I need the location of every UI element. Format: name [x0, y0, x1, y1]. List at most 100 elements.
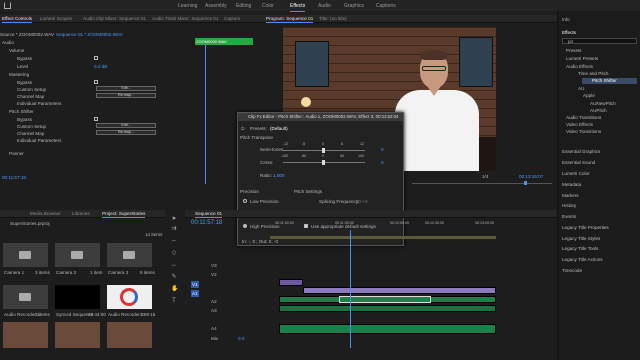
tree-aunewpitch[interactable]: AUNewPitch [590, 101, 616, 106]
tree-apple[interactable]: Apple [583, 93, 595, 98]
home-icon[interactable] [4, 2, 11, 9]
low-precision-radio[interactable] [243, 199, 247, 203]
mastering-edit-button[interactable]: Edit... [96, 86, 156, 91]
timeline-playhead[interactable] [350, 230, 351, 348]
volume-level-value[interactable]: 0.0 dB [94, 64, 107, 69]
fx-pitch-shifter[interactable]: Pitch Shifter [9, 109, 34, 114]
workspace-graphics[interactable]: Graphics [344, 3, 364, 9]
project-clip-thumb[interactable] [107, 322, 152, 348]
project-synced-sequence[interactable] [55, 285, 100, 309]
pitch-edit-button[interactable]: Edit... [96, 123, 156, 128]
info-panel-tab[interactable]: Info [562, 17, 570, 22]
effect-controls-playhead[interactable] [205, 44, 206, 184]
presets-select[interactable]: (Default) [270, 126, 288, 131]
video-clip[interactable] [303, 287, 496, 294]
tab-lumetri-scopes[interactable]: Lumetri Scopes [40, 16, 72, 21]
legacy-title-tools-tab[interactable]: Legacy Title Tools [562, 246, 598, 251]
track-a1[interactable]: A1 [191, 290, 199, 297]
history-tab[interactable]: History [562, 203, 576, 208]
audio-clip-a4[interactable] [279, 324, 496, 334]
cents-value[interactable]: 0 [381, 160, 384, 165]
tab-project[interactable]: Project: SuperStories [102, 211, 146, 218]
tab-title[interactable]: Title: (no title) [319, 16, 347, 21]
splicing-frequency-value[interactable]: 30 Hz [356, 199, 368, 204]
workspace-editing[interactable]: Editing [236, 3, 251, 9]
track-a4[interactable]: A4 [211, 326, 217, 331]
audio-clip-selected[interactable] [339, 296, 431, 303]
tab-media-browser[interactable]: Media Browser [30, 211, 61, 216]
pen-tool-icon[interactable]: ✎ [171, 274, 177, 280]
track-v2[interactable]: V2 [211, 272, 217, 277]
track-v3[interactable]: V3 [211, 263, 217, 268]
metadata-tab[interactable]: Metadata [562, 182, 581, 187]
track-a2[interactable]: A2 [211, 299, 217, 304]
mastering-individual-parameters[interactable]: Individual Parameters [17, 101, 61, 106]
tree-audio-effects[interactable]: Audio Effects [566, 64, 593, 69]
project-bin-audio-recorder1[interactable] [3, 285, 48, 309]
tab-effect-controls[interactable]: Effect Controls [2, 16, 33, 23]
project-bin-camera1[interactable] [3, 243, 48, 267]
program-fraction[interactable]: 1/4 [482, 174, 488, 179]
fx-volume[interactable]: Volume [9, 48, 24, 53]
tree-pitch-shifter[interactable]: Pitch Shifter [592, 78, 617, 83]
pitch-bypass-checkbox[interactable] [94, 117, 98, 121]
workspace-color[interactable]: Color [262, 3, 274, 9]
ripple-edit-tool-icon[interactable]: ⇔ [171, 238, 177, 244]
tree-aupitch[interactable]: AUPitch [590, 108, 607, 113]
clip-fx-editor-title[interactable]: Clip Fx Editor - Pitch Shifter : Audio 1… [238, 113, 403, 121]
razor-tool-icon[interactable]: ◇ [171, 250, 177, 256]
mastering-bypass-checkbox[interactable] [94, 80, 98, 84]
effects-panel-tab[interactable]: Effects [562, 30, 576, 35]
fx-panner[interactable]: Panner [9, 151, 24, 156]
program-playhead[interactable] [524, 181, 527, 185]
project-clip-thumb[interactable] [55, 322, 100, 348]
power-icon[interactable]: ⏻ [241, 126, 245, 131]
volume-bypass-checkbox[interactable] [94, 56, 98, 60]
events-tab[interactable]: Events [562, 214, 576, 219]
program-scrubber[interactable] [412, 183, 552, 184]
work-area-bar[interactable] [270, 236, 496, 239]
track-a3[interactable]: A3 [211, 308, 217, 313]
project-audio-recorder2[interactable] [107, 285, 152, 309]
tree-video-effects[interactable]: Video Effects [566, 122, 593, 127]
project-bin-camera3[interactable] [107, 243, 152, 267]
tab-capture[interactable]: Capture [224, 16, 240, 21]
legacy-title-properties-tab[interactable]: Legacy Title Properties [562, 225, 609, 230]
hand-tool-icon[interactable]: ✋ [171, 286, 178, 292]
selection-tool-icon[interactable]: ➤ [171, 216, 177, 222]
essential-graphics-tab[interactable]: Essential Graphics [562, 149, 600, 154]
tab-audio-clip-mixer[interactable]: Audio Clip Mixer: Sequence 01 [83, 16, 146, 21]
track-v1[interactable]: V1 [191, 281, 199, 288]
video-clip[interactable] [279, 279, 303, 286]
ratio-value[interactable]: 1.000 [273, 173, 285, 178]
effects-search-input[interactable]: pit [562, 38, 637, 44]
pitch-individual-parameters[interactable]: Individual Parameters [17, 138, 61, 143]
tab-libraries[interactable]: Libraries [72, 211, 90, 216]
workspace-effects[interactable]: Effects [290, 3, 306, 12]
workspace-audio[interactable]: Audio [318, 3, 331, 9]
effect-controls-timecode[interactable]: 00:11:57:18 [2, 175, 26, 180]
tree-video-transitions[interactable]: Video Transitions [566, 129, 601, 134]
mix-value[interactable]: 0.0 [238, 336, 244, 341]
audio-clip-a2[interactable] [279, 305, 496, 312]
track-mix[interactable]: Mix [211, 336, 218, 341]
slip-tool-icon[interactable]: ↔ [171, 262, 177, 268]
source-label[interactable]: Source * ZOOM0002.WAV [0, 32, 54, 37]
workspace-captions[interactable]: Captions [376, 3, 396, 9]
timeline-timecode[interactable]: 00:11:57:18 [191, 220, 222, 226]
project-bin-camera2[interactable] [55, 243, 100, 267]
workspace-learning[interactable]: Learning [178, 3, 197, 9]
low-precision-label[interactable]: Low Precision [250, 199, 279, 204]
sequence-label[interactable]: Sequence 01 * ZOOM0002.WAV [56, 32, 123, 37]
fx-mastering[interactable]: Mastering [9, 72, 29, 77]
essential-sound-tab[interactable]: Essential Sound [562, 160, 595, 165]
project-clip-thumb[interactable] [3, 322, 48, 348]
markers-tab[interactable]: Markers [562, 193, 579, 198]
tree-lumetri-presets[interactable]: Lumetri Presets [566, 56, 598, 61]
tree-audio-transitions[interactable]: Audio Transitions [566, 115, 601, 120]
semitones-knob[interactable] [322, 148, 325, 153]
tree-au[interactable]: AU [578, 86, 584, 91]
tab-audio-track-mixer[interactable]: Audio Track Mixer: Sequence 01 [152, 16, 218, 21]
semitones-value[interactable]: 0 [381, 147, 384, 152]
tab-program[interactable]: Program: Sequence 01 [266, 16, 314, 23]
